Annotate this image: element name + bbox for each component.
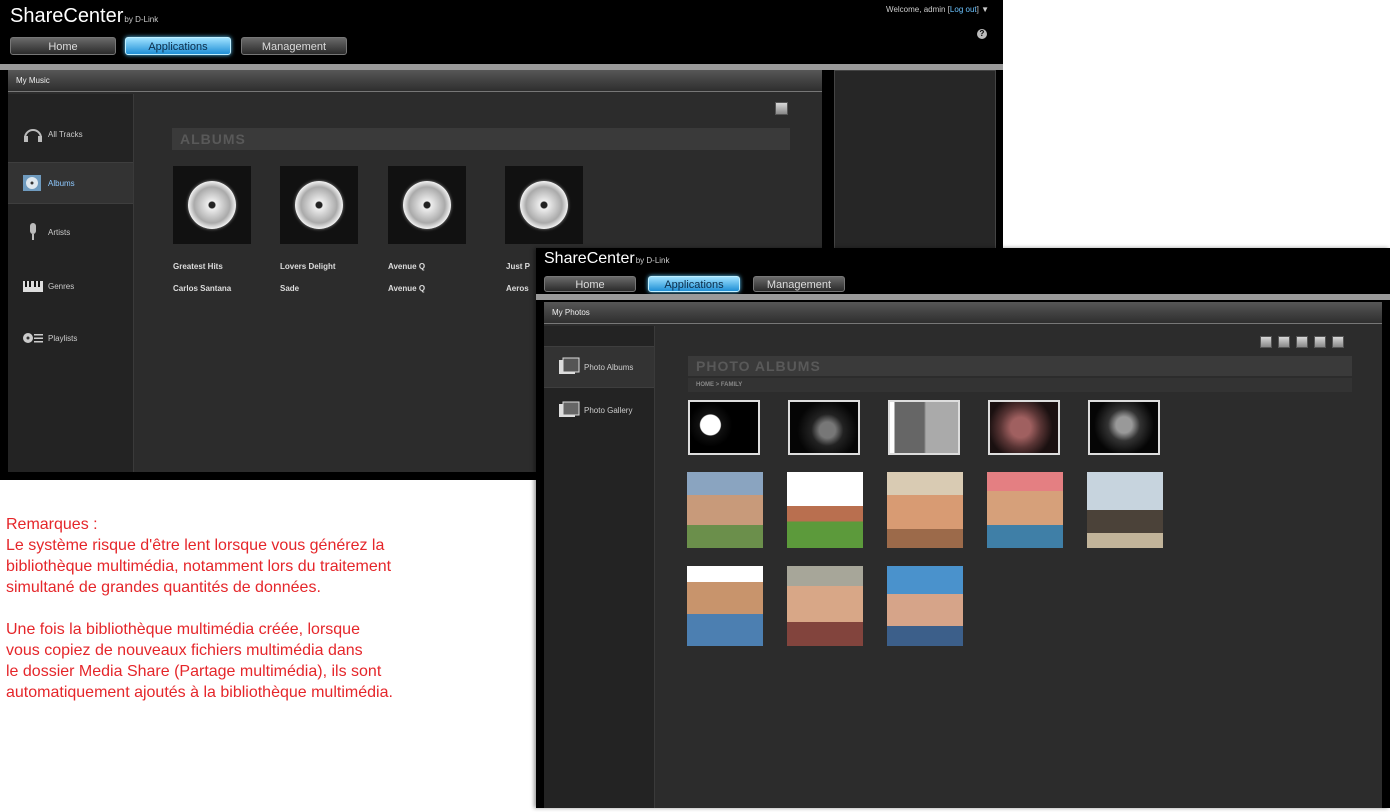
nav-home[interactable]: Home [544, 276, 636, 292]
breadcrumb[interactable]: HOME > FAMILY [688, 378, 1352, 392]
photo-thumb[interactable] [1087, 472, 1163, 548]
photo-thumb[interactable] [887, 472, 963, 548]
photo-album-thumb[interactable] [988, 400, 1060, 455]
sharecenter-logo: ShareCenterby D-Link [544, 250, 670, 267]
album-artist: Aeros [506, 284, 529, 293]
notes-line: Le système risque d'être lent lorsque vo… [6, 537, 385, 554]
cd-icon [295, 181, 343, 229]
album-artist: Avenue Q [388, 284, 426, 293]
top-bar: ShareCenterby D-Link Home Applications M… [536, 248, 1390, 294]
cd-icon [22, 173, 44, 193]
notes-line: simultané de grandes quantités de donnée… [6, 579, 321, 596]
sidebar-item-photo-albums[interactable]: Photo Albums [544, 346, 654, 388]
edit-icon[interactable] [1296, 336, 1308, 348]
notes-line: Une fois la bibliothèque multimédia créé… [6, 621, 360, 638]
help-icon[interactable]: ? [977, 29, 987, 39]
panel-title: My Photos [544, 302, 1382, 324]
headphones-icon [22, 124, 44, 144]
sidebar-label: Photo Gallery [584, 405, 633, 415]
sharecenter-logo: ShareCenterby D-Link [10, 5, 159, 27]
sidebar-item-photo-gallery[interactable]: Photo Gallery [544, 390, 654, 430]
photo-album-thumb[interactable] [688, 400, 760, 455]
photo-thumb[interactable] [687, 472, 763, 548]
photo-window: ShareCenterby D-Link Home Applications M… [536, 248, 1390, 808]
logout-link[interactable]: Log out [950, 5, 977, 14]
photo-thumb[interactable] [787, 472, 863, 548]
notes-line: bibliothèque multimédia, notamment lors … [6, 558, 392, 575]
album-artist: Carlos Santana [173, 284, 232, 293]
photo-thumb[interactable] [887, 566, 963, 646]
sidebar-item-playlists[interactable]: Playlists [8, 318, 133, 358]
music-sidebar: All Tracks Albums Artists Genres Playlis… [8, 94, 134, 472]
piano-icon [22, 276, 44, 296]
view-toggle-icon[interactable] [775, 102, 788, 115]
notes-line: le dossier Media Share (Partage multiméd… [6, 663, 382, 680]
photo-album-thumb[interactable] [888, 400, 960, 455]
grid-view-icon[interactable] [1332, 336, 1344, 348]
album-title[interactable]: Lovers Delight [280, 262, 336, 271]
sidebar-item-all-tracks[interactable]: All Tracks [8, 114, 133, 154]
photo-sidebar: Photo Albums Photo Gallery [544, 326, 655, 808]
sidebar-item-genres[interactable]: Genres [8, 266, 133, 306]
slideshow-icon[interactable] [1314, 336, 1326, 348]
separator [536, 294, 1390, 300]
photo-albums-section-header: PHOTO ALBUMS [688, 356, 1352, 376]
sidebar-label: Playlists [48, 333, 78, 343]
nav-applications[interactable]: Applications [125, 37, 231, 55]
photo-gallery-icon [558, 400, 580, 420]
copy-icon[interactable] [1278, 336, 1290, 348]
photo-thumb[interactable] [687, 566, 763, 646]
sidebar-label: Photo Albums [584, 362, 634, 372]
album-title[interactable]: Avenue Q [388, 262, 425, 271]
album-cover[interactable] [280, 166, 358, 244]
albums-section-header: ALBUMS [172, 128, 790, 150]
album-cover[interactable] [388, 166, 466, 244]
album-cover[interactable] [173, 166, 251, 244]
microphone-icon [22, 222, 44, 242]
photo-thumb[interactable] [787, 566, 863, 646]
upload-icon[interactable] [1260, 336, 1272, 348]
panel-title: My Music [8, 70, 822, 92]
my-photos-panel: My Photos Photo Albums Photo Gallery PHO… [544, 302, 1382, 808]
nav-management[interactable]: Management [753, 276, 845, 292]
nav-applications[interactable]: Applications [648, 276, 740, 292]
album-title[interactable]: Just P [506, 262, 530, 271]
photo-album-thumb[interactable] [1088, 400, 1160, 455]
nav-management[interactable]: Management [241, 37, 347, 55]
sidebar-item-artists[interactable]: Artists [8, 212, 133, 252]
album-title[interactable]: Greatest Hits [173, 262, 223, 271]
cd-icon [520, 181, 568, 229]
welcome-text: Welcome, admin [Log out] ▼ [886, 5, 989, 14]
notes-line: automatiquement ajoutés à la bibliothèqu… [6, 684, 393, 701]
top-bar: ShareCenterby D-Link Welcome, admin [Log… [0, 0, 1003, 64]
playlist-icon [22, 328, 44, 348]
cd-icon [403, 181, 451, 229]
cd-icon [188, 181, 236, 229]
notes-spacer [6, 598, 526, 619]
sidebar-item-albums[interactable]: Albums [8, 162, 133, 204]
sidebar-label: Albums [48, 178, 75, 188]
right-side-panel [834, 70, 996, 252]
sidebar-label: Artists [48, 227, 71, 237]
sidebar-label: All Tracks [48, 129, 83, 139]
photo-albums-icon [558, 357, 580, 377]
album-cover[interactable] [505, 166, 583, 244]
photo-thumb[interactable] [987, 472, 1063, 548]
notes-line: vous copiez de nouveaux fichiers multimé… [6, 642, 363, 659]
photo-album-thumb[interactable] [788, 400, 860, 455]
sidebar-label: Genres [48, 281, 75, 291]
nav-home[interactable]: Home [10, 37, 116, 55]
album-artist: Sade [280, 284, 300, 293]
notes-title: Remarques : [6, 516, 98, 533]
notes-block: Remarques : Le système risque d'être len… [6, 514, 526, 703]
